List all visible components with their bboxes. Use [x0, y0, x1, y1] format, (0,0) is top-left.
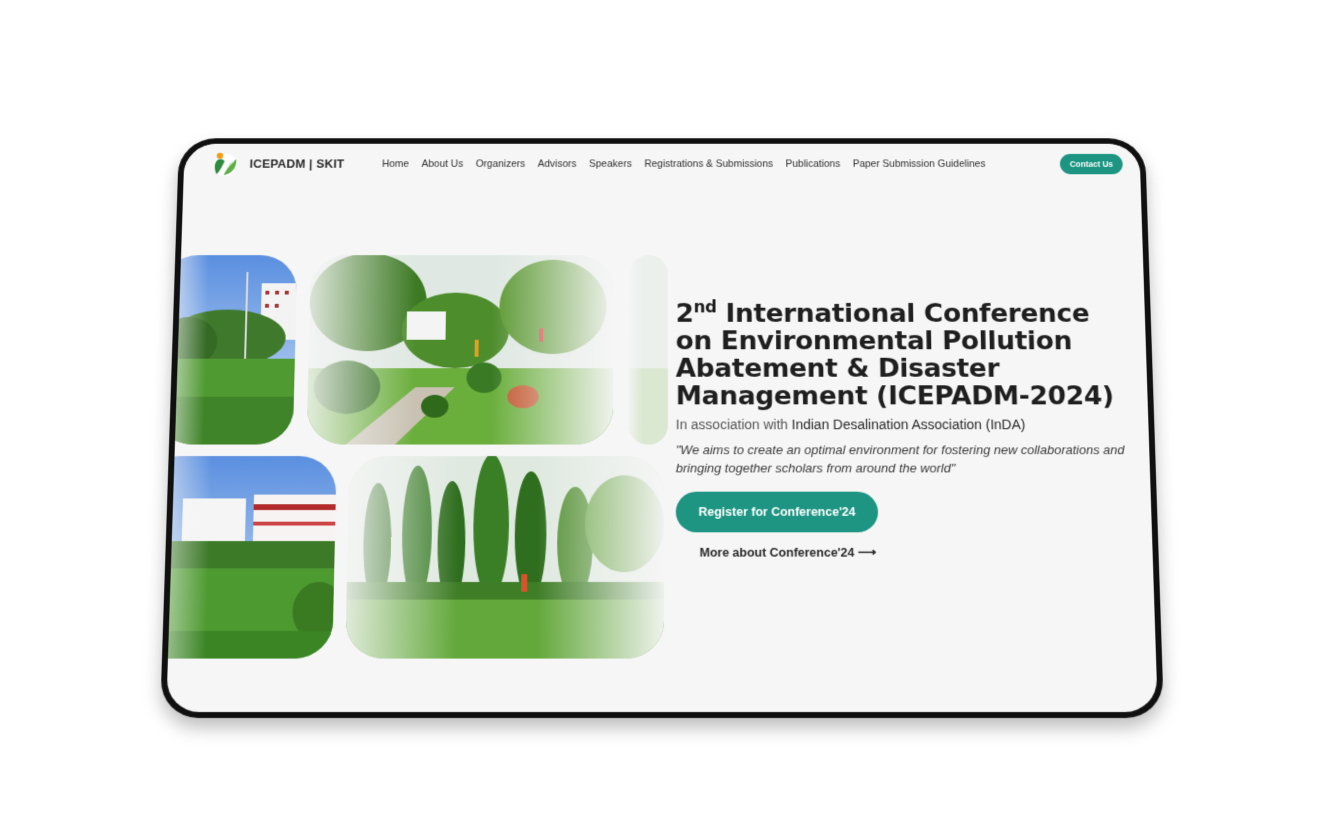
- campus-photo-flagpole: [166, 255, 298, 445]
- mission-quote: "We aims to create an optimal environmen…: [675, 442, 1125, 476]
- association-line: In association with Indian Desalination …: [676, 417, 1137, 432]
- tablet-device: ICEPADM | SKIT Home About Us Organizers …: [160, 138, 1164, 718]
- campus-photo-garden: [306, 255, 614, 445]
- campus-gallery: [166, 255, 668, 668]
- nav-speakers[interactable]: Speakers: [589, 159, 632, 170]
- nav-advisors[interactable]: Advisors: [538, 159, 577, 170]
- nav-menu: Home About Us Organizers Advisors Speake…: [382, 159, 986, 170]
- title-ordinal: 2: [675, 299, 694, 329]
- hero-section: 2nd International Conference on Environm…: [675, 298, 1141, 560]
- brand-name: ICEPADM | SKIT: [249, 157, 345, 171]
- brand[interactable]: ICEPADM | SKIT: [211, 150, 345, 178]
- title-ordinal-suffix: nd: [693, 298, 717, 318]
- nav-paper-guidelines[interactable]: Paper Submission Guidelines: [853, 159, 986, 170]
- leaf-logo-icon: [213, 152, 238, 178]
- campus-photo-partial: [628, 255, 668, 445]
- more-about-link[interactable]: More about Conference'24 ⟶: [700, 545, 1141, 560]
- website-screen: ICEPADM | SKIT Home About Us Organizers …: [166, 143, 1158, 713]
- campus-photo-trees: [345, 456, 664, 659]
- nav-publications[interactable]: Publications: [786, 159, 841, 170]
- conference-title: 2nd International Conference on Environm…: [675, 298, 1137, 412]
- association-name: Indian Desalination Association (InDA): [791, 416, 1026, 433]
- register-button[interactable]: Register for Conference'24: [675, 491, 879, 533]
- title-text: International Conference on Environmenta…: [675, 299, 1115, 412]
- nav-registrations-submissions[interactable]: Registrations & Submissions: [644, 159, 773, 170]
- nav-organizers[interactable]: Organizers: [476, 159, 526, 170]
- nav-about-us[interactable]: About Us: [421, 159, 463, 170]
- association-prefix: In association with: [675, 416, 792, 433]
- contact-us-button[interactable]: Contact Us: [1059, 153, 1123, 175]
- campus-photo-buildings: [166, 456, 337, 659]
- nav-home[interactable]: Home: [382, 159, 409, 170]
- navbar: ICEPADM | SKIT Home About Us Organizers …: [183, 143, 1141, 185]
